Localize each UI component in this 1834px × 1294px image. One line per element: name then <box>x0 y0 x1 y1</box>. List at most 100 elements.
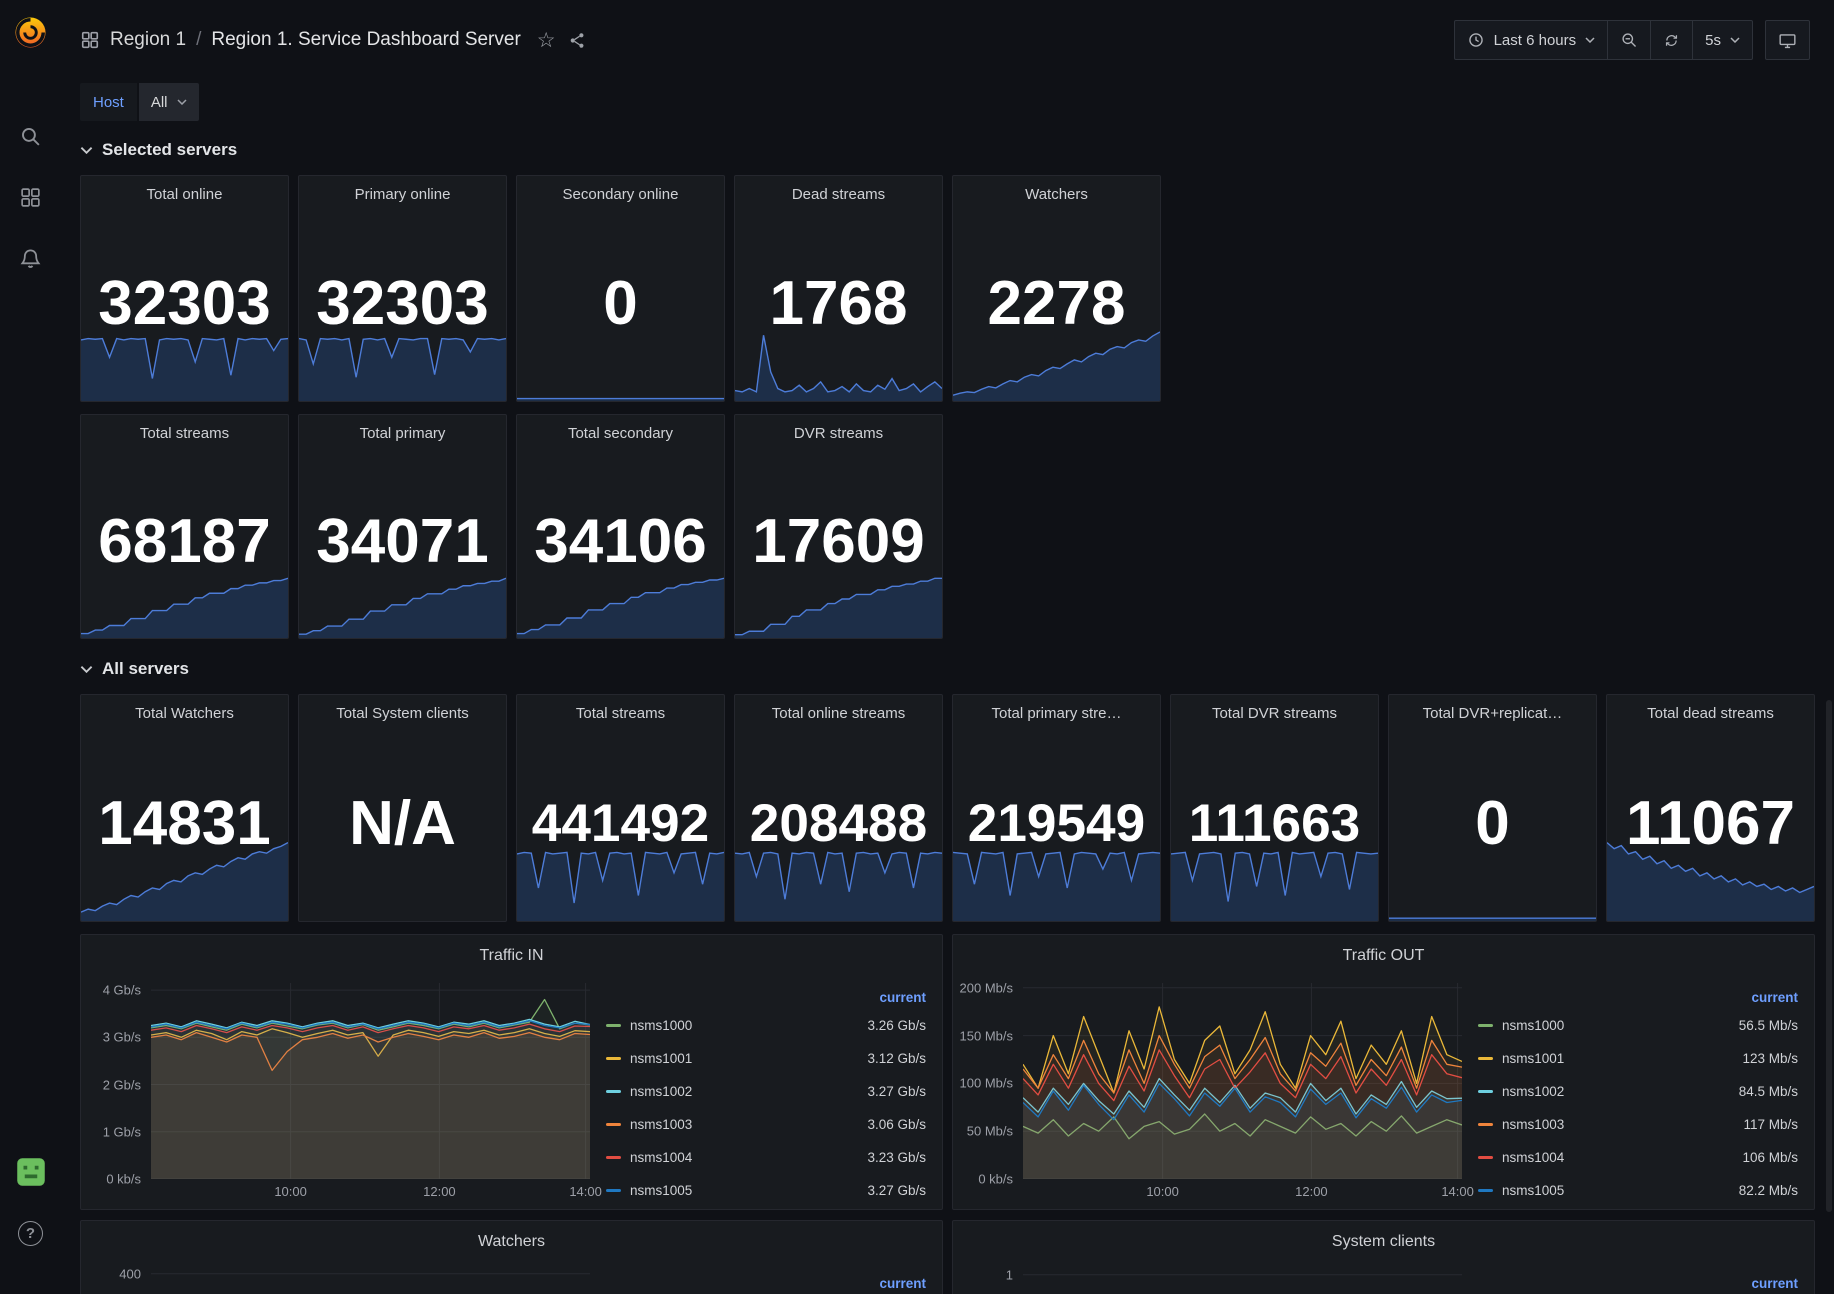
series-name[interactable]: nsms1003 <box>1502 1117 1564 1132</box>
series-name[interactable]: nsms1003 <box>630 1117 692 1132</box>
variable-selected-value: All <box>151 94 168 111</box>
stat-row-all-servers: Total Watchers14831Total System clientsN… <box>80 694 1815 922</box>
legend-column-header[interactable]: current <box>1478 985 1798 1009</box>
stat-panel-title[interactable]: Total streams <box>517 705 724 722</box>
plot-area: 1 <box>959 1263 1462 1294</box>
stat-panel-title[interactable]: Total dead streams <box>1607 705 1814 722</box>
stat-value: 32303 <box>81 206 288 401</box>
kiosk-tv-button[interactable] <box>1765 20 1810 60</box>
series-name[interactable]: nsms1004 <box>1502 1150 1564 1165</box>
stat-panel-title[interactable]: Total DVR streams <box>1171 705 1378 722</box>
stat-panel: Total System clientsN/A <box>298 694 507 922</box>
breadcrumb-separator: / <box>196 29 201 51</box>
favorite-star-icon[interactable]: ☆ <box>537 28 556 53</box>
user-avatar[interactable] <box>11 1152 51 1192</box>
search-icon[interactable] <box>11 116 51 156</box>
stat-panel-title[interactable]: Total System clients <box>299 705 506 722</box>
breadcrumb: Region 1 / Region 1. Service Dashboard S… <box>80 28 587 53</box>
dashboards-icon[interactable] <box>11 177 51 217</box>
section-toggle-selected-servers[interactable]: Selected servers <box>80 140 1815 160</box>
zoom-out-time-button[interactable] <box>1608 20 1651 60</box>
chart-body: 400 current <box>81 1263 942 1294</box>
stat-row-selected-2: Total streams68187Total primary34071Tota… <box>80 414 1815 639</box>
series-current-value: 3.26 Gb/s <box>867 1018 926 1033</box>
legend-item: nsms10053.27 Gb/s <box>606 1174 926 1205</box>
legend-item: nsms1004106 Mb/s <box>1478 1141 1798 1174</box>
refresh-button[interactable] <box>1651 20 1693 60</box>
grafana-app: ? Region 1 / Region 1. Service Dashboard… <box>0 0 1834 1294</box>
legend-column-header[interactable]: current <box>1478 1271 1798 1294</box>
monitor-icon <box>1778 31 1797 50</box>
plot-region: 1 <box>959 1269 1462 1294</box>
breadcrumb-root[interactable]: Region 1 <box>110 29 186 51</box>
stat-panel-title[interactable]: Total primary stre… <box>953 705 1160 722</box>
series-name[interactable]: nsms1001 <box>1502 1051 1564 1066</box>
legend: current <box>1462 1263 1800 1294</box>
stat-panel-title[interactable]: Watchers <box>953 186 1160 203</box>
y-tick-label: 0 kb/s <box>106 1172 141 1187</box>
stat-panel-title[interactable]: Secondary online <box>517 186 724 203</box>
legend: currentnsms10003.26 Gb/snsms10013.12 Gb/… <box>590 977 928 1205</box>
panel-title[interactable]: Traffic OUT <box>953 935 1814 977</box>
stat-panel-title[interactable]: Total Watchers <box>81 705 288 722</box>
stat-panel-title[interactable]: Dead streams <box>735 186 942 203</box>
series-color-marker <box>606 1057 621 1060</box>
legend-column-header[interactable]: current <box>606 985 926 1009</box>
stat-panel-title[interactable]: Total streams <box>81 425 288 442</box>
time-range-label: Last 6 hours <box>1494 32 1577 49</box>
panel-title[interactable]: System clients <box>953 1221 1814 1263</box>
stat-panel: Total primary34071 <box>298 414 507 639</box>
help-icon[interactable]: ? <box>11 1213 51 1253</box>
y-axis-labels: 0 kb/s50 Mb/s100 Mb/s150 Mb/s200 Mb/s <box>959 983 1023 1179</box>
stat-panel: Total DVR+replicat…0 <box>1388 694 1597 922</box>
scrollbar-thumb[interactable] <box>1826 700 1832 1212</box>
stat-panel-title[interactable]: Primary online <box>299 186 506 203</box>
chevron-down-icon <box>1730 37 1740 43</box>
x-tick-label: 12:00 <box>1295 1184 1328 1199</box>
alerting-bell-icon[interactable] <box>11 238 51 278</box>
dashboard-grid-icon[interactable] <box>80 30 100 50</box>
refresh-interval-dropdown[interactable]: 5s <box>1693 20 1753 60</box>
panel-traffic-out: Traffic OUT 0 kb/s50 Mb/s100 Mb/s150 Mb/s… <box>952 934 1815 1210</box>
stat-panel-title[interactable]: Total DVR+replicat… <box>1389 705 1596 722</box>
stat-panel-title[interactable]: Total online streams <box>735 705 942 722</box>
stat-value: 34106 <box>517 445 724 638</box>
stat-panel: Primary online32303 <box>298 175 507 402</box>
series-name[interactable]: nsms1002 <box>1502 1084 1564 1099</box>
stat-panel: Total online streams208488 <box>734 694 943 922</box>
y-tick-label: 2 Gb/s <box>103 1077 141 1092</box>
plot-canvas <box>1023 983 1462 1179</box>
y-tick-label: 400 <box>119 1266 141 1281</box>
stat-panel-title[interactable]: Total primary <box>299 425 506 442</box>
series-current-value: 56.5 Mb/s <box>1739 1018 1798 1033</box>
series-name[interactable]: nsms1001 <box>630 1051 692 1066</box>
legend-column-header[interactable]: current <box>606 1271 926 1294</box>
panel-title[interactable]: Traffic IN <box>81 935 942 977</box>
share-icon[interactable] <box>568 31 587 50</box>
stat-panel: Total primary stre…219549 <box>952 694 1161 922</box>
series-name[interactable]: nsms1005 <box>630 1183 692 1198</box>
series-name[interactable]: nsms1005 <box>1502 1183 1564 1198</box>
stat-panel-title[interactable]: Total online <box>81 186 288 203</box>
variable-value-dropdown[interactable]: All <box>139 83 199 121</box>
series-name[interactable]: nsms1002 <box>630 1084 692 1099</box>
legend: current <box>590 1263 928 1294</box>
stat-panel-title[interactable]: Total secondary <box>517 425 724 442</box>
section-toggle-all-servers[interactable]: All servers <box>80 659 1815 679</box>
series-name[interactable]: nsms1000 <box>630 1018 692 1033</box>
legend-item: nsms100284.5 Mb/s <box>1478 1075 1798 1108</box>
series-color-marker <box>1478 1156 1493 1159</box>
time-range-picker[interactable]: Last 6 hours <box>1454 20 1609 60</box>
series-name[interactable]: nsms1004 <box>630 1150 692 1165</box>
y-tick-label: 1 <box>1006 1267 1013 1282</box>
section-title: Selected servers <box>102 140 237 160</box>
panel-title[interactable]: Watchers <box>81 1221 942 1263</box>
refresh-interval-label: 5s <box>1705 32 1721 49</box>
series-name[interactable]: nsms1000 <box>1502 1018 1564 1033</box>
stat-panel: Watchers2278 <box>952 175 1161 402</box>
grafana-logo[interactable] <box>11 12 51 52</box>
series-color-marker <box>1478 1123 1493 1126</box>
legend-item: nsms10023.27 Gb/s <box>606 1075 926 1108</box>
series-color-marker <box>1478 1024 1493 1027</box>
stat-panel-title[interactable]: DVR streams <box>735 425 942 442</box>
